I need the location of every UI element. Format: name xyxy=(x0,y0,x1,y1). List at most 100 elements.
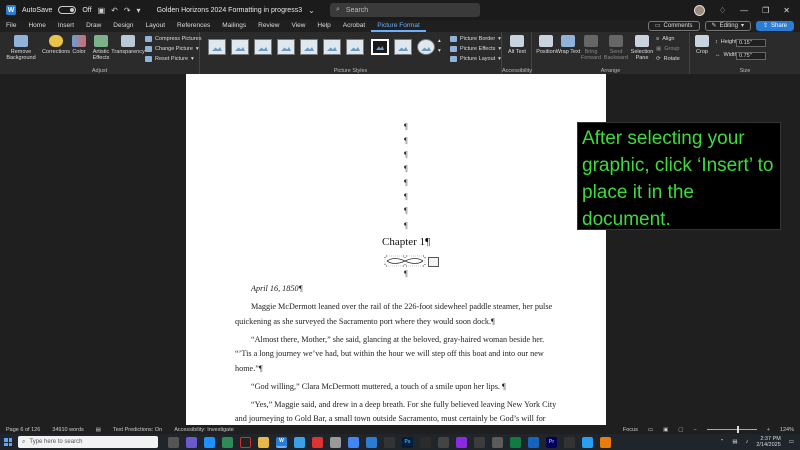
document-page[interactable]: ¶ ¶ ¶ ¶ ¶ ¶ ¶ ¶ Chapter 1¶ ¶ April 16, 1… xyxy=(186,74,606,425)
crop-button[interactable]: Crop xyxy=(692,35,712,55)
picture-style-thumbnail[interactable] xyxy=(277,39,295,55)
layout-options-icon[interactable] xyxy=(428,257,439,267)
save-icon[interactable]: ▣ xyxy=(98,6,106,15)
premiere-icon[interactable]: Pr xyxy=(546,436,557,448)
picture-style-thumbnail[interactable] xyxy=(394,39,412,55)
document-title[interactable]: Golden Horizons 2024 Formatting in progr… xyxy=(157,7,303,14)
share-button[interactable]: ⇪ Share xyxy=(755,21,794,31)
send-backward-button[interactable]: Send Backward xyxy=(602,35,630,61)
vlc-icon[interactable] xyxy=(600,436,611,448)
focus-button[interactable]: Focus xyxy=(623,427,638,433)
app-icon[interactable] xyxy=(528,436,539,448)
minimize-icon[interactable]: — xyxy=(740,6,748,15)
outlook-icon[interactable] xyxy=(366,436,377,448)
app-icon[interactable] xyxy=(294,436,305,448)
tab-home[interactable]: Home xyxy=(22,20,51,32)
acrobat-icon[interactable] xyxy=(312,436,323,448)
app-icon[interactable] xyxy=(456,436,467,448)
app-icon[interactable] xyxy=(384,436,395,448)
undo-icon[interactable]: ↶ xyxy=(111,6,118,15)
comments-button[interactable]: ▭ Comments xyxy=(647,21,700,31)
proofing-icon[interactable]: ▤ xyxy=(90,427,107,433)
file-explorer-icon[interactable] xyxy=(258,436,269,448)
tray-overflow-icon[interactable]: ⌃ xyxy=(720,439,725,445)
read-mode-icon[interactable]: ▭ xyxy=(648,427,653,433)
app-icon[interactable] xyxy=(474,436,485,448)
redo-icon[interactable]: ↷ xyxy=(124,6,131,15)
group-button[interactable]: ▦ Group xyxy=(656,46,680,52)
tab-view[interactable]: View xyxy=(285,20,311,32)
gallery-more-button[interactable]: ▾ xyxy=(438,48,441,54)
transparency-button[interactable]: Transparency xyxy=(111,35,145,55)
app-icon[interactable] xyxy=(492,436,503,448)
app-icon[interactable] xyxy=(222,436,233,448)
volume-icon[interactable]: ♪ xyxy=(746,439,749,445)
alt-text-button[interactable]: Alt Text xyxy=(503,35,531,55)
app-icon[interactable] xyxy=(564,436,575,448)
page-count[interactable]: Page 6 of 126 xyxy=(0,427,46,433)
copilot-icon[interactable] xyxy=(186,436,197,448)
zoom-slider-thumb[interactable] xyxy=(736,426,739,433)
start-button[interactable] xyxy=(0,434,16,450)
word-count[interactable]: 34910 words xyxy=(46,427,90,433)
selection-pane-button[interactable]: Selection Pane xyxy=(627,35,657,61)
search-box[interactable]: ⌕ Search xyxy=(330,3,480,17)
avatar[interactable] xyxy=(693,4,705,16)
change-picture-button[interactable]: Change Picture ▾ xyxy=(145,46,199,52)
zoom-level[interactable]: 124% xyxy=(780,427,794,433)
chevron-down-icon[interactable]: ⌄ xyxy=(308,6,315,15)
notification-icon[interactable]: ▭ xyxy=(789,439,794,445)
width-input[interactable]: 0.75" xyxy=(736,52,766,60)
tab-design[interactable]: Design xyxy=(107,20,139,32)
app-icon[interactable] xyxy=(420,436,431,448)
picture-style-thumbnail[interactable] xyxy=(371,39,389,55)
height-input[interactable]: 0.15" xyxy=(736,39,766,47)
picture-style-thumbnail[interactable] xyxy=(417,39,435,55)
excel-icon[interactable] xyxy=(510,436,521,448)
task-view-icon[interactable] xyxy=(168,436,179,448)
picture-style-thumbnail[interactable] xyxy=(231,39,249,55)
taskbar-search[interactable]: ⌕ Type here to search xyxy=(18,436,158,448)
tab-draw[interactable]: Draw xyxy=(80,20,107,32)
word-icon[interactable]: W xyxy=(276,436,287,448)
autosave-toggle[interactable] xyxy=(58,6,77,14)
app-icon[interactable] xyxy=(240,436,251,448)
compress-pictures-button[interactable]: Compress Pictures xyxy=(145,36,201,42)
picture-style-thumbnail[interactable] xyxy=(323,39,341,55)
bring-forward-button[interactable]: Bring Forward xyxy=(577,35,605,61)
tab-file[interactable]: File xyxy=(0,20,22,32)
rotate-button[interactable]: ⟳ Rotate xyxy=(656,56,680,62)
tab-acrobat[interactable]: Acrobat xyxy=(337,20,371,32)
zoom-in-icon[interactable]: + xyxy=(767,427,770,433)
close-icon[interactable]: ✕ xyxy=(783,6,790,15)
picture-style-thumbnail[interactable] xyxy=(300,39,318,55)
chrome-icon[interactable] xyxy=(348,436,359,448)
gallery-scroll-button[interactable]: ▴ xyxy=(438,38,441,44)
web-layout-icon[interactable]: ▢ xyxy=(678,427,683,433)
app-icon[interactable] xyxy=(582,436,593,448)
clock[interactable]: 2:37 PM 2/14/2025 xyxy=(756,436,780,448)
lightbulb-icon[interactable]: ♢ xyxy=(719,6,726,15)
tab-help[interactable]: Help xyxy=(311,20,336,32)
zoom-out-icon[interactable]: − xyxy=(693,427,696,433)
picture-border-button[interactable]: Picture Border ▾ xyxy=(450,36,501,42)
picture-style-thumbnail[interactable] xyxy=(254,39,272,55)
ornament-graphic[interactable] xyxy=(384,255,426,267)
picture-style-thumbnail[interactable] xyxy=(346,39,364,55)
tab-review[interactable]: Review xyxy=(252,20,285,32)
restore-icon[interactable]: ❐ xyxy=(762,6,769,15)
picture-layout-button[interactable]: Picture Layout ▾ xyxy=(450,56,501,62)
accessibility-status[interactable]: Accessibility: Investigate xyxy=(168,427,240,433)
tab-layout[interactable]: Layout xyxy=(140,20,172,32)
editing-button[interactable]: ✎ Editing ▾ xyxy=(704,21,751,31)
picture-style-thumbnail[interactable] xyxy=(208,39,226,55)
reset-picture-button[interactable]: Reset Picture ▾ xyxy=(145,56,194,62)
picture-effects-button[interactable]: Picture Effects ▾ xyxy=(450,46,501,52)
align-button[interactable]: ≡ Align xyxy=(656,36,674,42)
app-icon[interactable] xyxy=(330,436,341,448)
app-icon[interactable] xyxy=(438,436,449,448)
tab-insert[interactable]: Insert xyxy=(52,20,80,32)
network-icon[interactable]: ▤ xyxy=(732,439,737,445)
text-predictions[interactable]: Text Predictions: On xyxy=(107,427,168,433)
tab-references[interactable]: References xyxy=(171,20,216,32)
